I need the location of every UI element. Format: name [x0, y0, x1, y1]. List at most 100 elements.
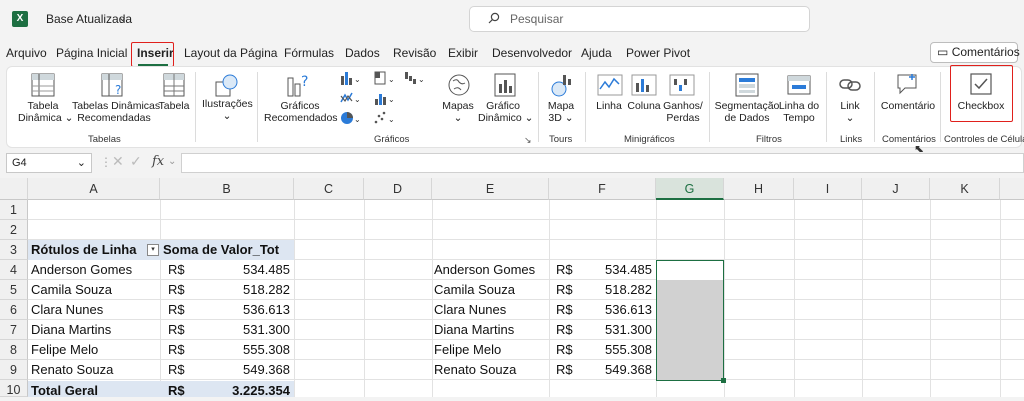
pivot-row-value[interactable]: 531.300 [200, 320, 290, 340]
pivot-row-name[interactable]: Clara Nunes [31, 300, 103, 320]
row-header-1[interactable]: 1 [0, 200, 28, 220]
column-header-g[interactable]: G [656, 178, 724, 200]
row-header-8[interactable]: 8 [0, 340, 28, 360]
row-header-5[interactable]: 5 [0, 280, 28, 300]
table-row-value[interactable]: 555.308 [580, 340, 652, 360]
row-header-9[interactable]: 9 [0, 360, 28, 380]
formula-input[interactable] [181, 153, 1024, 173]
pivot-row-currency[interactable]: R$ [168, 360, 185, 380]
pivot-row-name[interactable]: Anderson Gomes [31, 260, 132, 280]
table-row-name[interactable]: Anderson Gomes [434, 260, 535, 280]
pivot-row-value[interactable]: 518.282 [200, 280, 290, 300]
row-header-4[interactable]: 4 [0, 260, 28, 280]
column-header-c[interactable]: C [294, 178, 364, 200]
column-header-f[interactable]: F [549, 178, 656, 200]
pivot-total-value[interactable]: 3.225.354 [200, 381, 290, 401]
table-row-value[interactable]: 518.282 [580, 280, 652, 300]
column-header-d[interactable]: D [364, 178, 432, 200]
tab-power-pivot[interactable]: Power Pivot [626, 46, 690, 60]
pivot-row-currency[interactable]: R$ [168, 320, 185, 340]
pivot-total-currency[interactable]: R$ [168, 381, 185, 401]
segmentacao-button[interactable]: Segmentação de Dados [714, 100, 780, 124]
chevron-down-icon[interactable]: ⌄ [118, 11, 127, 24]
table-row-name[interactable]: Felipe Melo [434, 340, 501, 360]
comments-button[interactable]: ▭ Comentários [930, 42, 1020, 63]
pivot-header-rotulos[interactable]: Rótulos de Linha [31, 240, 136, 260]
column-header-e[interactable]: E [432, 178, 549, 200]
tab-dados[interactable]: Dados [345, 46, 380, 60]
pivot-row-value[interactable]: 536.613 [200, 300, 290, 320]
pivot-row-value[interactable]: 549.368 [200, 360, 290, 380]
pivot-header-soma[interactable]: Soma de Valor_Tot [163, 240, 294, 260]
linha-do-tempo-button[interactable]: Linha do Tempo [778, 100, 820, 124]
active-cell[interactable] [657, 261, 723, 280]
table-row-value[interactable]: 534.485 [580, 260, 652, 280]
column-header-h[interactable]: H [724, 178, 794, 200]
pivot-row-currency[interactable]: R$ [168, 260, 185, 280]
table-row-value[interactable]: 536.613 [580, 300, 652, 320]
enter-icon[interactable]: ✓ [130, 153, 142, 170]
column-header-k[interactable]: K [930, 178, 1000, 200]
tab-arquivo[interactable]: Arquivo [6, 46, 47, 60]
column-header-b[interactable]: B [160, 178, 294, 200]
row-header-2[interactable]: 2 [0, 220, 28, 240]
insert-function-icon[interactable]: fx [152, 154, 164, 169]
column-header-j[interactable]: J [862, 178, 930, 200]
pivot-row-name[interactable]: Felipe Melo [31, 340, 98, 360]
table-row-currency[interactable]: R$ [556, 320, 573, 340]
linha-sparkline-button[interactable]: Linha [594, 100, 624, 112]
table-row-name[interactable]: Diana Martins [434, 320, 514, 340]
waterfall-chart-icon[interactable]: ⌄ [403, 70, 427, 86]
name-box[interactable]: G4 ⌄ [6, 153, 92, 173]
tab-pagina-inicial[interactable]: Página Inicial [56, 46, 127, 60]
table-row-name[interactable]: Camila Souza [434, 280, 515, 300]
column-header-i[interactable]: I [794, 178, 862, 200]
scatter-chart-icon[interactable]: ⌄ [373, 110, 397, 126]
table-row-currency[interactable]: R$ [556, 300, 573, 320]
row-header-3[interactable]: 3 [0, 240, 28, 260]
tab-ajuda[interactable]: Ajuda [581, 46, 612, 60]
table-row-currency[interactable]: R$ [556, 340, 573, 360]
mapas-button[interactable]: Mapas ⌄ [440, 100, 476, 124]
row-header-10[interactable]: 10 [0, 380, 28, 397]
pivot-row-value[interactable]: 534.485 [200, 260, 290, 280]
pivot-row-currency[interactable]: R$ [168, 300, 185, 320]
tab-layout-da-pagina[interactable]: Layout da Página [184, 46, 277, 60]
pivot-row-currency[interactable]: R$ [168, 340, 185, 360]
line-chart-icon[interactable]: ⌄ [339, 90, 363, 106]
statistic-chart-icon[interactable]: ⌄ [373, 90, 397, 106]
column-header-a[interactable]: A [28, 178, 160, 200]
table-row-name[interactable]: Renato Souza [434, 360, 516, 380]
pivot-row-name[interactable]: Renato Souza [31, 360, 113, 380]
tab-desenvolvedor[interactable]: Desenvolvedor [492, 46, 572, 60]
pivot-row-name[interactable]: Diana Martins [31, 320, 111, 340]
pie-chart-icon[interactable]: ⌄ [339, 110, 363, 126]
select-all-corner[interactable] [0, 178, 28, 200]
pivot-row-value[interactable]: 555.308 [200, 340, 290, 360]
row-header-6[interactable]: 6 [0, 300, 28, 320]
dialog-launcher-icon[interactable]: ↘ [524, 135, 532, 146]
column-chart-icon[interactable]: ⌄ [339, 70, 363, 86]
mapa-3d-button[interactable]: Mapa 3D ⌄ [546, 100, 576, 124]
link-button[interactable]: Link ⌄ [834, 100, 866, 124]
pivot-total-label[interactable]: Total Geral [31, 381, 98, 401]
ilustracoes-button[interactable]: Ilustrações ⌄ [202, 98, 253, 122]
pivot-row-name[interactable]: Camila Souza [31, 280, 112, 300]
fill-handle[interactable] [721, 378, 726, 383]
row-header-7[interactable]: 7 [0, 320, 28, 340]
chevron-down-icon[interactable]: ⌄ [77, 156, 86, 169]
table-row-currency[interactable]: R$ [556, 280, 573, 300]
tab-formulas[interactable]: Fórmulas [284, 46, 334, 60]
table-row-currency[interactable]: R$ [556, 360, 573, 380]
tabela-button[interactable]: Tabela [158, 100, 190, 112]
coluna-sparkline-button[interactable]: Coluna [627, 100, 661, 112]
pivot-row-currency[interactable]: R$ [168, 280, 185, 300]
tab-exibir[interactable]: Exibir [448, 46, 478, 60]
comentario-button[interactable]: Comentário [878, 100, 938, 112]
hierarchy-chart-icon[interactable]: ⌄ [373, 70, 397, 86]
grafico-dinamico-button[interactable]: Gráfico Dinâmico ⌄ [478, 100, 533, 124]
graficos-recomendados-button[interactable]: Gráficos Recomendados [264, 100, 338, 124]
table-row-currency[interactable]: R$ [556, 260, 573, 280]
search-box[interactable]: Pesquisar [469, 6, 810, 32]
filter-dropdown-icon[interactable]: ▾ [147, 244, 159, 256]
